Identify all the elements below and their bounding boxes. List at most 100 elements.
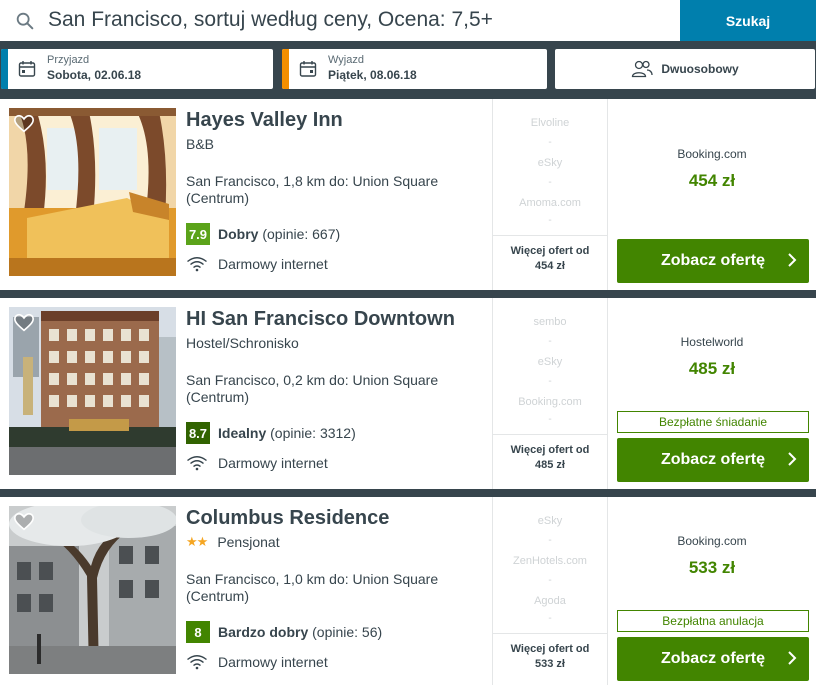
checkin-stripe xyxy=(1,49,8,89)
favorite-heart-icon[interactable] xyxy=(13,511,35,533)
partner-separator: - xyxy=(548,336,552,347)
partner-separator: - xyxy=(548,177,552,188)
other-offers: eSky - ZenHotels.com - Agoda - Więcej of… xyxy=(492,497,608,685)
hotel-type: Hostel/Schronisko xyxy=(186,335,299,351)
search-input[interactable]: San Francisco, sortuj według ceny, Ocena… xyxy=(48,8,493,32)
partner-name[interactable]: Amoma.com xyxy=(493,197,607,209)
checkin-value: Sobota, 02.06.18 xyxy=(47,68,142,82)
review-count: (opinie: 667) xyxy=(262,226,341,242)
review-count: (opinie: 3312) xyxy=(270,425,356,441)
best-price: 485 zł xyxy=(688,359,736,378)
favorite-heart-icon[interactable] xyxy=(13,113,35,135)
calendar-icon xyxy=(18,61,36,77)
chevron-right-icon xyxy=(788,253,797,267)
hotel-type-label: Hostel/Schronisko xyxy=(186,335,299,351)
rating-row: 8 Bardzo dobry (opinie: 56) xyxy=(186,621,382,643)
view-deal-label: Zobacz ofertę xyxy=(660,451,765,468)
rating-row: 7.9 Dobry (opinie: 667) xyxy=(186,223,340,245)
perk-badge: Bezpłatne śniadanie xyxy=(617,411,809,433)
view-deal-button[interactable]: Zobacz ofertę xyxy=(617,637,809,681)
perk-badge: Bezpłatna anulacja xyxy=(617,610,809,632)
checkout-stripe xyxy=(282,49,289,89)
partner-name[interactable]: eSky xyxy=(493,515,607,527)
partner-separator: - xyxy=(548,613,552,624)
more-offers-price: 454 zł xyxy=(535,260,565,272)
chevron-right-icon xyxy=(788,452,797,466)
best-deal-site: Booking.com xyxy=(677,534,747,548)
two-persons-icon xyxy=(632,60,653,78)
room-type-field[interactable]: Dwuosobowy xyxy=(555,49,815,89)
more-offers-link[interactable]: Więcej ofert od 533 zł xyxy=(493,633,607,672)
hotel-name[interactable]: Columbus Residence xyxy=(186,507,389,530)
hotel-type: ★★ Pensjonat xyxy=(186,534,280,550)
search-button[interactable]: Szukaj xyxy=(680,0,816,41)
rating-text: Idealny xyxy=(218,425,267,441)
amenity-row: Darmowy internet xyxy=(186,256,328,272)
hotel-card[interactable]: Hayes Valley Inn B&B San Francisco, 1,8 … xyxy=(0,99,816,290)
partner-name[interactable]: sembo xyxy=(493,316,607,328)
amenity-row: Darmowy internet xyxy=(186,654,328,670)
rating-badge: 8 xyxy=(186,621,210,643)
more-offers-link[interactable]: Więcej ofert od 485 zł xyxy=(493,434,607,473)
best-deal-site: Booking.com xyxy=(677,147,747,161)
search-icon xyxy=(16,12,34,30)
checkout-date-field[interactable]: Wyjazd Piątek, 08.06.18 xyxy=(282,49,547,89)
hotel-name[interactable]: HI San Francisco Downtown xyxy=(186,308,455,331)
hotel-card[interactable]: HI San Francisco Downtown Hostel/Schroni… xyxy=(0,298,816,489)
rating-badge: 8.7 xyxy=(186,422,210,444)
hotel-location: San Francisco, 0,2 km do: Union Square (… xyxy=(186,372,439,405)
more-offers-price: 485 zł xyxy=(535,459,565,471)
hotel-type-label: Pensjonat xyxy=(217,534,280,550)
best-deal-site: Hostelworld xyxy=(680,335,744,349)
partner-name[interactable]: Elvoline xyxy=(493,117,607,129)
partner-name[interactable]: Booking.com xyxy=(493,396,607,408)
view-deal-label: Zobacz ofertę xyxy=(660,252,765,269)
more-offers-price: 533 zł xyxy=(535,658,565,670)
partner-separator: - xyxy=(548,414,552,425)
view-deal-button[interactable]: Zobacz ofertę xyxy=(617,239,809,283)
more-offers-text: Więcej ofert od xyxy=(510,643,590,655)
amenity-label: Darmowy internet xyxy=(218,256,328,272)
rating-text: Bardzo dobry xyxy=(218,624,309,640)
rating-row: 8.7 Idealny (opinie: 3312) xyxy=(186,422,356,444)
room-type-value: Dwuosobowy xyxy=(661,62,739,76)
checkout-label: Wyjazd xyxy=(328,54,364,66)
wifi-icon xyxy=(187,257,207,272)
more-offers-text: Więcej ofert od xyxy=(510,444,590,456)
view-deal-button[interactable]: Zobacz ofertę xyxy=(617,438,809,482)
calendar-icon xyxy=(299,61,317,77)
hotel-name[interactable]: Hayes Valley Inn xyxy=(186,109,343,132)
hotel-location: San Francisco, 1,0 km do: Union Square (… xyxy=(186,571,439,604)
hotel-type: B&B xyxy=(186,136,214,152)
favorite-heart-icon[interactable] xyxy=(13,312,35,334)
partner-separator: - xyxy=(548,137,552,148)
checkin-label: Przyjazd xyxy=(47,54,90,66)
partner-separator: - xyxy=(548,215,552,226)
hotel-type-label: B&B xyxy=(186,136,215,152)
more-offers-link[interactable]: Więcej ofert od 454 zł xyxy=(493,235,607,274)
partner-name[interactable]: eSky xyxy=(493,356,607,368)
partner-name[interactable]: eSky xyxy=(493,157,607,169)
search-bar: San Francisco, sortuj według ceny, Ocena… xyxy=(0,0,816,41)
checkout-value: Piątek, 08.06.18 xyxy=(328,68,417,82)
best-price: 454 zł xyxy=(688,171,736,190)
review-count: (opinie: 56) xyxy=(312,624,383,640)
checkin-date-field[interactable]: Przyjazd Sobota, 02.06.18 xyxy=(1,49,273,89)
other-offers: sembo - eSky - Booking.com - Więcej ofer… xyxy=(492,298,608,489)
best-price: 533 zł xyxy=(688,558,736,577)
more-offers-text: Więcej ofert od xyxy=(510,245,590,257)
view-deal-label: Zobacz ofertę xyxy=(660,650,765,667)
amenity-label: Darmowy internet xyxy=(218,654,328,670)
star-rating-icon: ★★ xyxy=(186,534,208,549)
partner-name[interactable]: ZenHotels.com xyxy=(493,555,607,567)
amenity-label: Darmowy internet xyxy=(218,455,328,471)
amenity-row: Darmowy internet xyxy=(186,455,328,471)
wifi-icon xyxy=(187,456,207,471)
partner-separator: - xyxy=(548,575,552,586)
hotel-location: San Francisco, 1,8 km do: Union Square (… xyxy=(186,173,439,206)
partner-name[interactable]: Agoda xyxy=(493,595,607,607)
rating-text: Dobry xyxy=(218,226,259,242)
rating-badge: 7.9 xyxy=(186,223,210,245)
partner-separator: - xyxy=(548,376,552,387)
hotel-card[interactable]: Columbus Residence ★★ Pensjonat San Fran… xyxy=(0,497,816,685)
